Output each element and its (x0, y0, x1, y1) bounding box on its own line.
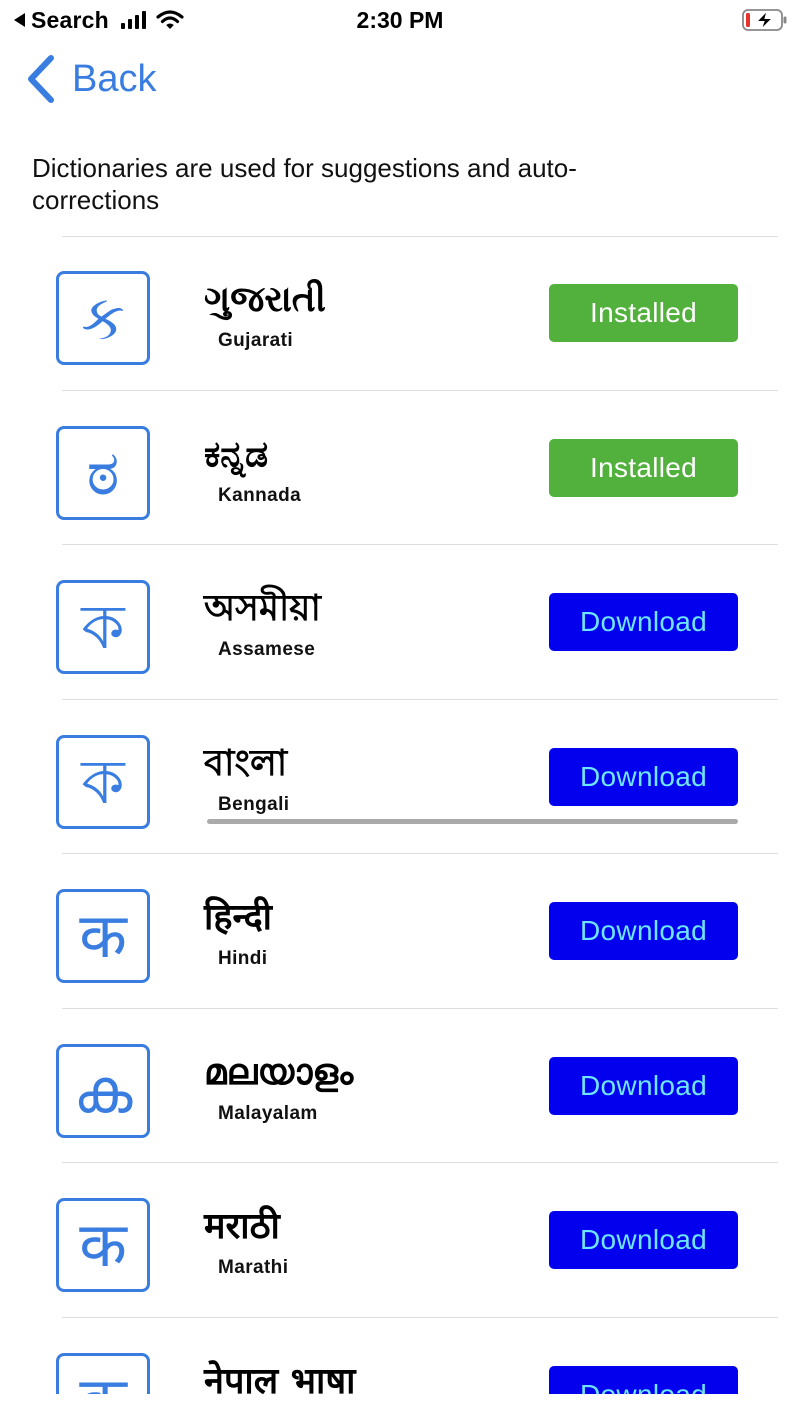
status-bar: Search 2:30 PM (0, 0, 800, 40)
native-name: हिन्दी (204, 897, 273, 938)
native-name: मराठी (204, 1206, 280, 1247)
back-button[interactable]: Back (24, 50, 156, 108)
dictionary-list[interactable]: ક ગુજરાતી Gujarati Installed ಠ ಕನ್ನಡ Kan… (0, 236, 800, 1394)
battery-charging-icon (742, 9, 787, 31)
english-name: Bengali (218, 794, 290, 815)
native-name: অসমীয়া (204, 588, 321, 629)
hindi-script-icon: क (56, 889, 150, 983)
chevron-left-icon (28, 55, 54, 103)
native-name: ಕನ್ನಡ (204, 434, 269, 475)
list-item: ક ગુજરાતી Gujarati Installed (0, 236, 800, 390)
native-name: ગુજરાતી (204, 279, 326, 320)
description-text: Dictionaries are used for suggestions an… (32, 153, 577, 215)
download-button[interactable]: Download (549, 593, 738, 651)
english-name: Malayalam (218, 1103, 318, 1124)
bengali-script-icon: ক (56, 735, 150, 829)
download-button[interactable]: Download (549, 902, 738, 960)
list-item: ക മലയാളം Malayalam Download (0, 1009, 800, 1163)
native-name: नेपाल भाषा (204, 1361, 356, 1394)
malayalam-script-icon: ക (56, 1044, 150, 1138)
status-time: 2:30 PM (356, 7, 444, 33)
download-button[interactable]: Download (549, 1057, 738, 1115)
back-label: Back (72, 57, 157, 100)
list-item: ಠ ಕನ್ನಡ Kannada Installed (0, 391, 800, 545)
dictionaries-screen: Search 2:30 PM Back Dictionaries are use… (0, 0, 800, 1422)
english-name: Kannada (218, 485, 302, 506)
download-progress-bar (207, 819, 738, 824)
installed-button[interactable]: Installed (549, 284, 738, 342)
english-name: Hindi (218, 948, 268, 969)
list-item: ক অসমীয়া Assamese Download (0, 545, 800, 699)
download-button[interactable]: Download (549, 1211, 738, 1269)
download-button[interactable]: Download (549, 1366, 738, 1394)
nepal-bhasa-script-icon: क (56, 1353, 150, 1394)
english-name: Gujarati (218, 330, 293, 351)
english-name: Marathi (218, 1257, 289, 1278)
english-name: Assamese (218, 639, 316, 660)
installed-button[interactable]: Installed (549, 439, 738, 497)
native-name: മലയാളം (204, 1052, 354, 1093)
list-item: ক বাংলা Bengali Download (0, 700, 800, 854)
marathi-script-icon: क (56, 1198, 150, 1292)
assamese-script-icon: ক (56, 580, 150, 674)
list-item: क नेपाल भाषा Download (0, 1318, 800, 1394)
gujarati-script-icon: ક (56, 271, 150, 365)
download-button[interactable]: Download (549, 748, 738, 806)
kannada-script-icon: ಠ (56, 426, 150, 520)
list-item: क मराठी Marathi Download (0, 1163, 800, 1317)
native-name: বাংলা (204, 743, 288, 784)
list-item: क हिन्दी Hindi Download (0, 854, 800, 1008)
